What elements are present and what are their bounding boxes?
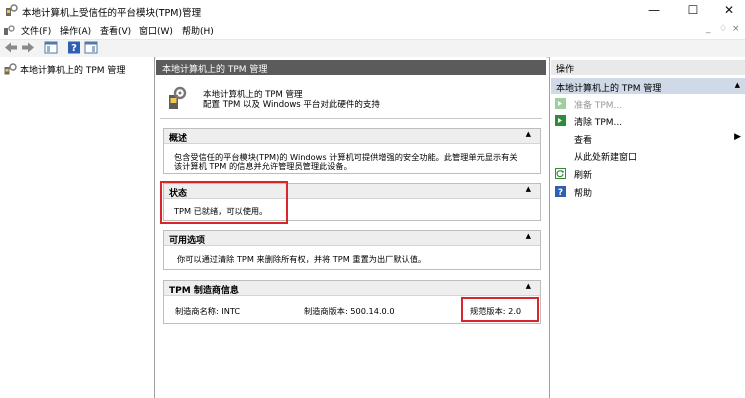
actions-header-title: 操作 [556,65,575,75]
options-header[interactable]: 可用选项 ▲ [164,231,540,246]
menu-help[interactable]: 帮助(H) [182,24,214,37]
show-hide-console-tree-icon[interactable] [44,41,58,54]
action-new-window[interactable]: 从此处新建窗口 [555,149,743,163]
clear-tpm-icon [555,115,566,126]
action-label: 查看 [574,136,593,146]
manufacturer-title: TPM 制造商信息 [169,286,239,296]
overview-title: 概述 [169,134,188,144]
info-description: 配置 TPM 以及 Windows 平台对此硬件的支持 [203,100,380,110]
manufacturer-version: 制造商版本: 500.14.0.0 [304,306,395,316]
options-section: 可用选项 ▲ 你可以通过清除 TPM 来删除所有权，并将 TPM 重置为出厂默认… [163,230,541,270]
actions-header: 操作 [551,60,745,75]
minimize-button[interactable]: — [637,0,671,22]
collapse-icon[interactable]: ▲ [526,282,531,290]
action-clear-tpm[interactable]: 清除 TPM... [555,114,743,128]
tpm-app-icon [6,4,18,16]
menu-view[interactable]: 查看(V) [100,24,131,37]
prepare-tpm-icon [555,98,566,109]
action-label: 清除 TPM... [574,118,623,128]
maximize-button[interactable]: ☐ [676,0,710,22]
tpm-key-icon [4,63,17,75]
overview-section: 概述 ▲ 包含受信任的平台模块(TPM)的 Windows 计算机可提供增强的安… [163,128,541,174]
system-menu-icon[interactable] [4,25,15,36]
center-header-title: 本地计算机上的 TPM 管理 [162,65,268,75]
action-label: 准备 TPM... [574,101,623,111]
collapse-icon[interactable]: ▲ [526,130,531,138]
collapse-icon[interactable]: ▲ [526,232,531,240]
tpm-chip-icon [169,86,187,109]
overview-text-line2: 该计算机 TPM 的信息并允许管理员管理此设备。 [174,161,352,171]
collapse-icon[interactable]: ▲ [526,185,531,193]
menu-window[interactable]: 窗口(W) [139,24,173,37]
mdi-restore-button[interactable]: ♢ [719,24,727,34]
menu-file[interactable]: 文件(F) [21,24,51,37]
action-refresh[interactable]: 刷新 [555,167,743,181]
action-view[interactable]: 查看 ▶ [555,132,743,146]
console-tree [0,57,155,398]
status-highlight-box [160,181,288,224]
show-hide-action-pane-icon[interactable] [84,41,98,54]
help-icon: ? [555,186,566,197]
close-button[interactable]: ✕ [712,0,745,22]
actions-group-title: 本地计算机上的 TPM 管理 [556,84,662,94]
spec-version-highlight-box [461,297,539,322]
mdi-minimize-button[interactable]: _ [706,24,711,34]
svg-text:?: ? [71,43,77,54]
options-text: 你可以通过清除 TPM 来删除所有权，并将 TPM 重置为出厂默认值。 [177,254,427,264]
info-divider [160,118,542,119]
options-title: 可用选项 [169,236,206,246]
submenu-arrow-icon: ▶ [734,132,741,142]
action-label: 帮助 [574,189,593,199]
window-title: 本地计算机上受信任的平台模块(TPM)管理 [22,8,202,19]
toolbar [0,39,745,58]
manufacturer-name: 制造商名称: INTC [175,306,241,316]
actions-group-header[interactable]: 本地计算机上的 TPM 管理 ▲ [551,78,745,94]
refresh-icon [555,168,566,179]
forward-arrow-icon[interactable] [21,41,35,54]
manufacturer-header[interactable]: TPM 制造商信息 ▲ [164,281,540,296]
svg-text:?: ? [558,188,563,197]
back-arrow-icon[interactable] [4,41,18,54]
help-icon[interactable]: ? [67,41,81,54]
menu-action[interactable]: 操作(A) [60,24,91,37]
center-header: 本地计算机上的 TPM 管理 [156,60,546,75]
mdi-close-button[interactable]: × [732,24,740,34]
action-prepare-tpm[interactable]: 准备 TPM... [555,97,743,111]
tree-item-label: 本地计算机上的 TPM 管理 [20,66,126,76]
overview-header[interactable]: 概述 ▲ [164,129,540,144]
action-label: 刷新 [574,171,593,181]
collapse-icon[interactable]: ▲ [735,81,740,89]
action-help[interactable]: ? 帮助 [555,185,743,199]
action-label: 从此处新建窗口 [574,153,638,163]
